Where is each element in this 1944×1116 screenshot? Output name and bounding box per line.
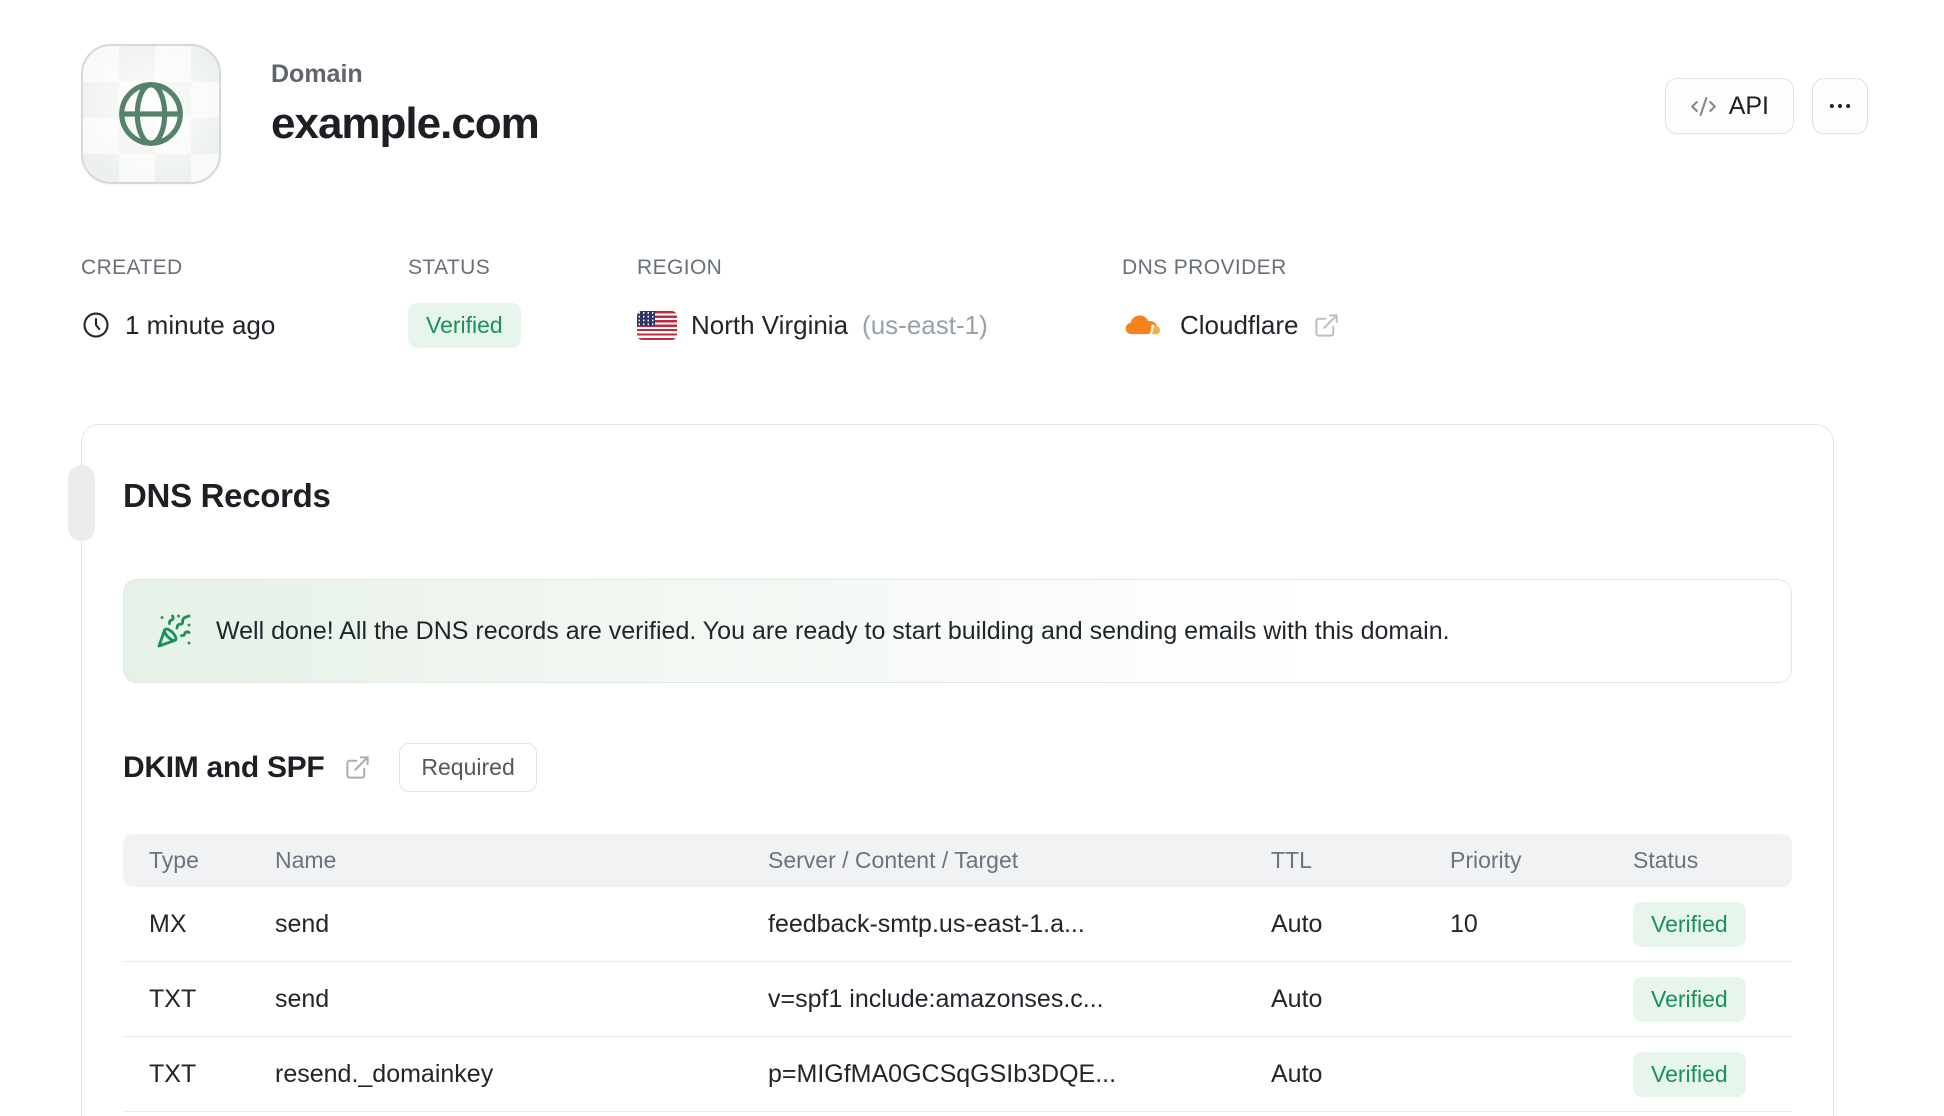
- table-row[interactable]: MX send feedback-smtp.us-east-1.a... Aut…: [123, 887, 1792, 962]
- created-label: CREATED: [81, 256, 183, 279]
- dns-records-table: Type Name Server / Content / Target TTL …: [123, 834, 1792, 1112]
- dkim-spf-section-header: DKIM and SPF Required: [123, 743, 1792, 792]
- status-badge: Verified: [408, 302, 521, 348]
- api-button-label: API: [1728, 91, 1769, 120]
- cell-ttl: Auto: [1271, 1059, 1323, 1088]
- ellipsis-icon: [1829, 104, 1851, 108]
- code-icon: [1690, 96, 1716, 116]
- cell-content: feedback-smtp.us-east-1.a...: [768, 909, 1085, 938]
- dns-records-title: DNS Records: [123, 477, 331, 514]
- status-label: STATUS: [408, 256, 491, 279]
- cell-content: v=spf1 include:amazonses.c...: [768, 984, 1104, 1013]
- cell-type: MX: [149, 909, 187, 938]
- external-link-icon[interactable]: [1313, 312, 1340, 339]
- meta-created: CREATED 1 minute ago: [81, 256, 408, 346]
- title-block: Domain example.com: [271, 44, 540, 149]
- verified-badge: Verified: [1633, 976, 1746, 1022]
- meta-row: CREATED 1 minute ago STATUS Verified REG…: [81, 256, 1340, 348]
- cloudflare-icon: [1125, 315, 1161, 335]
- meta-status: STATUS Verified: [408, 256, 637, 348]
- col-header-ttl: TTL: [1271, 847, 1312, 873]
- dns-provider-value: Cloudflare: [1180, 309, 1299, 340]
- success-banner: Well done! All the DNS records are verif…: [123, 579, 1792, 683]
- table-row[interactable]: TXT resend._domainkey p=MIGfMA0GCSqGSIb3…: [123, 1037, 1792, 1112]
- verified-badge: Verified: [1633, 901, 1746, 947]
- cell-name: resend._domainkey: [275, 1059, 494, 1088]
- region-label: REGION: [637, 256, 723, 279]
- verified-badge: Verified: [1633, 1051, 1746, 1097]
- us-flag-icon: [637, 310, 677, 340]
- domain-avatar: [81, 44, 221, 184]
- required-badge: Required: [399, 743, 537, 792]
- clock-icon: [83, 312, 109, 338]
- external-link-icon[interactable]: [344, 754, 371, 781]
- domain-eyebrow: Domain: [271, 60, 363, 88]
- dns-records-card: DNS Records Well done! All the DNS recor…: [68, 424, 1834, 1116]
- cell-type: TXT: [149, 1059, 197, 1088]
- dns-provider-label: DNS PROVIDER: [1122, 256, 1287, 279]
- table-row[interactable]: TXT send v=spf1 include:amazonses.c... A…: [123, 962, 1792, 1037]
- card-notch: [68, 465, 95, 541]
- region-value: North Virginia: [691, 309, 849, 340]
- col-header-priority: Priority: [1450, 847, 1522, 873]
- cell-name: send: [275, 909, 330, 938]
- cell-name: send: [275, 984, 330, 1013]
- meta-region: REGION North Virginia (us-east-1): [637, 256, 1122, 346]
- col-header-content: Server / Content / Target: [768, 847, 1019, 873]
- more-options-button[interactable]: [1812, 78, 1868, 134]
- domain-page: Domain example.com API CREATED 1 minute …: [0, 0, 1944, 1116]
- page-header: Domain example.com API: [81, 44, 1868, 184]
- banner-text: Well done! All the DNS records are verif…: [216, 616, 1450, 645]
- party-popper-icon: [157, 614, 191, 648]
- cell-priority: 10: [1450, 909, 1478, 938]
- meta-dns-provider: DNS PROVIDER Cloudflare: [1122, 256, 1340, 346]
- api-button[interactable]: API: [1664, 78, 1794, 134]
- dkim-spf-title: DKIM and SPF: [123, 750, 325, 784]
- cell-ttl: Auto: [1271, 984, 1323, 1013]
- globe-icon: [119, 82, 183, 146]
- col-header-status: Status: [1633, 847, 1699, 873]
- cell-ttl: Auto: [1271, 909, 1323, 938]
- page-title: example.com: [271, 99, 540, 148]
- table-header-row: Type Name Server / Content / Target TTL …: [123, 834, 1792, 887]
- region-code: (us-east-1): [862, 309, 988, 340]
- cell-type: TXT: [149, 984, 197, 1013]
- header-actions: API: [1664, 78, 1868, 134]
- col-header-type: Type: [149, 847, 199, 873]
- cell-content: p=MIGfMA0GCSqGSIb3DQE...: [768, 1059, 1117, 1088]
- col-header-name: Name: [275, 847, 337, 873]
- created-value: 1 minute ago: [125, 309, 276, 340]
